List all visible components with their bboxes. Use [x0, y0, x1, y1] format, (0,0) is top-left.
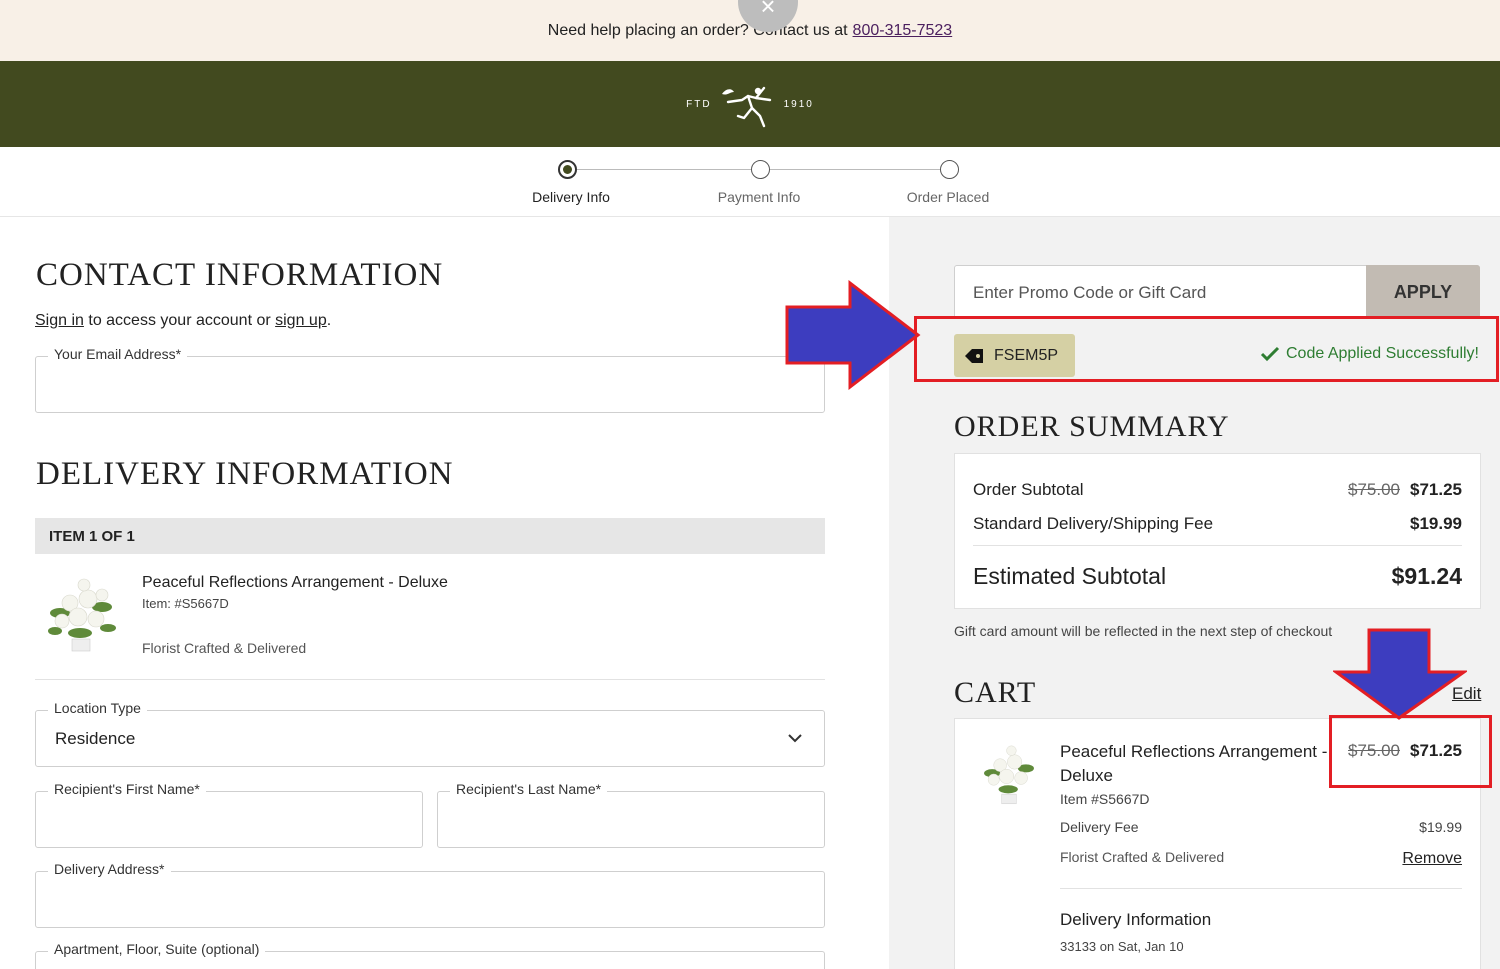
sign-in-period: . [326, 312, 332, 329]
email-field[interactable]: Your Email Address* [35, 346, 825, 413]
shipping-label: Standard Delivery/Shipping Fee [973, 514, 1214, 533]
step-label-placed: Order Placed [906, 189, 990, 205]
recipient-last-name-field[interactable]: Recipient's Last Name* [437, 781, 825, 848]
delivery-fee-label: Delivery Fee [1060, 819, 1139, 835]
divider [1060, 888, 1462, 889]
help-text: Need help placing an order? Contact us a… [547, 21, 848, 39]
checkout-form: Contact Information Sign in to access yo… [0, 217, 889, 969]
step-label-delivery: Delivery Info [532, 189, 610, 205]
divider [973, 545, 1462, 546]
subtotal-new-price: $71.25 [1410, 480, 1462, 499]
item-count-banner: ITEM 1 OF 1 [35, 518, 825, 554]
product-item-number: Item: #S5667D [142, 596, 229, 611]
promo-placeholder: Enter Promo Code or Gift Card [973, 283, 1207, 302]
delivery-fee-value: $19.99 [1419, 819, 1462, 835]
location-type-value: Residence [55, 729, 136, 748]
cart-heading: Cart [954, 676, 1037, 709]
cart-item-name-line2: Deluxe [1060, 766, 1113, 785]
recipient-first-name-field[interactable]: Recipient's First Name* [35, 781, 423, 848]
estimated-subtotal-value: $91.24 [1391, 563, 1462, 589]
subtotal-row: Order Subtotal $75.00 $71.25 [973, 480, 1462, 500]
subtotal-old-price: $75.00 [1348, 480, 1400, 499]
cart-item-name-line1: Peaceful Reflections Arrangement - [1060, 742, 1328, 761]
sign-up-link[interactable]: sign up [275, 312, 327, 329]
site-header: FTD 1910 [0, 61, 1500, 147]
phone-link[interactable]: 800-315-7523 [853, 22, 953, 40]
divider [35, 679, 825, 680]
subtotal-label: Order Subtotal [973, 480, 1084, 499]
chevron-down-icon [788, 734, 802, 743]
annotation-box-price [1329, 715, 1492, 788]
stepper-line [577, 169, 751, 170]
annotation-box-promo [914, 316, 1499, 382]
cart-item-name: Peaceful Reflections Arrangement - Delux… [1060, 740, 1327, 788]
step-label-payment: Payment Info [717, 189, 801, 205]
product-fulfillment-note: Florist Crafted & Delivered [142, 640, 307, 656]
apartment-field[interactable]: Apartment, Floor, Suite (optional) [35, 941, 825, 969]
email-field-label: Your Email Address* [48, 346, 188, 362]
cart-item-number: Item #S5667D [1060, 791, 1150, 807]
last-name-label: Recipient's Last Name* [450, 781, 608, 797]
first-name-label: Recipient's First Name* [48, 781, 206, 797]
step-dot-delivery [558, 160, 577, 179]
annotation-arrow-down-icon [1333, 628, 1467, 720]
delivery-heading: Delivery Information [36, 456, 454, 492]
cart-delivery-info-heading: Delivery Information [1060, 910, 1212, 929]
shipping-value: $19.99 [1410, 514, 1462, 533]
estimated-subtotal-label: Estimated Subtotal [973, 563, 1167, 589]
step-dot-payment [751, 160, 770, 179]
delivery-address-field[interactable]: Delivery Address* [35, 861, 825, 928]
gift-card-note: Gift card amount will be reflected in th… [954, 623, 1333, 639]
sign-in-link[interactable]: Sign in [35, 312, 84, 329]
cart-product-thumbnail [984, 745, 1034, 805]
brand-year-text: 1910 [783, 98, 814, 110]
product-thumbnail [40, 573, 122, 655]
cart-florist-note: Florist Crafted & Delivered [1060, 849, 1225, 865]
brand-ftd-text: FTD [686, 98, 712, 110]
mercury-man-logo-icon[interactable] [718, 78, 776, 130]
cart-delivery-info-value: 33133 on Sat, Jan 10 [1060, 939, 1184, 954]
apply-button[interactable]: APPLY [1366, 265, 1480, 319]
checkout-stepper: Delivery Info Payment Info Order Placed [0, 147, 1500, 217]
sign-in-line: Sign in to access your account or sign u… [35, 312, 331, 330]
order-summary-heading: Order Summary [954, 410, 1230, 443]
shipping-row: Standard Delivery/Shipping Fee $19.99 [973, 514, 1462, 534]
delivery-address-label: Delivery Address* [48, 861, 171, 877]
contact-heading: Contact Information [36, 257, 444, 293]
sign-in-middle-text: to access your account or [83, 312, 276, 329]
step-dot-placed [940, 160, 959, 179]
annotation-arrow-right-icon [785, 280, 921, 390]
stepper-line [769, 169, 940, 170]
location-type-select[interactable]: Location Type Residence [35, 700, 825, 767]
order-summary-card: Order Subtotal $75.00 $71.25 Standard Del… [954, 453, 1481, 609]
help-banner: Need help placing an order? Contact us a… [0, 0, 1500, 61]
apartment-label: Apartment, Floor, Suite (optional) [48, 941, 266, 957]
estimated-subtotal-row: Estimated Subtotal $91.24 [973, 563, 1462, 590]
product-name: Peaceful Reflections Arrangement - Delux… [142, 574, 448, 591]
remove-link[interactable]: Remove [1402, 850, 1462, 868]
promo-code-input[interactable]: Enter Promo Code or Gift Card APPLY [954, 265, 1480, 319]
location-type-label: Location Type [48, 700, 147, 716]
